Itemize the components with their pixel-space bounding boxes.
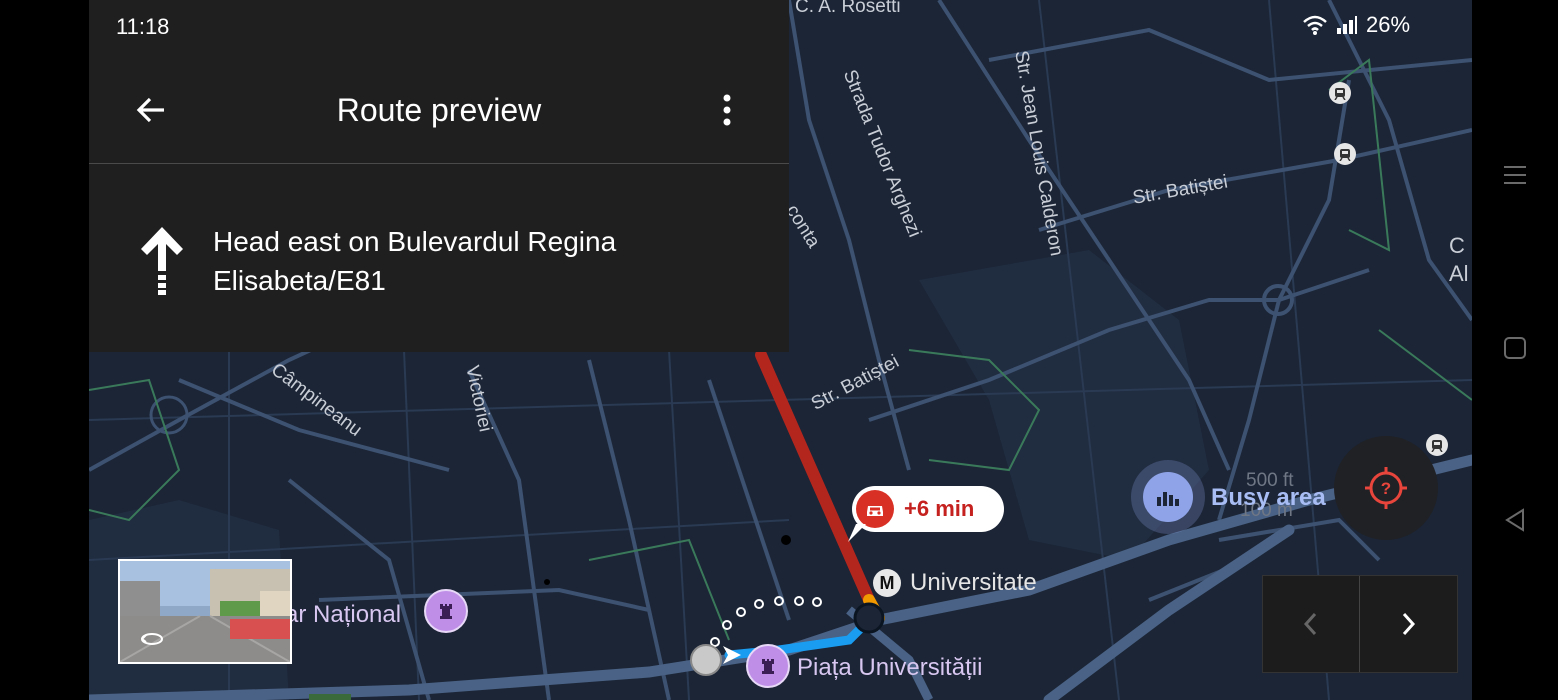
more-vert-icon — [723, 94, 731, 126]
square-icon[interactable] — [1500, 333, 1530, 363]
tram-icon[interactable] — [1334, 143, 1356, 165]
poi-label-national[interactable]: ar Național — [285, 601, 401, 629]
triangle-back-icon[interactable] — [1500, 505, 1530, 535]
traffic-delay-bubble[interactable]: +6 min — [852, 486, 1004, 532]
left-edge — [0, 0, 89, 700]
busy-area-label[interactable]: Busy area — [1211, 484, 1326, 512]
step-navigation — [1262, 575, 1458, 673]
wifi-icon — [1303, 15, 1327, 35]
top-app-bar: Route preview — [89, 0, 789, 164]
direction-instruction: Head east on Bulevardul Regina Elisabeta… — [213, 226, 617, 296]
tram-icon[interactable] — [1329, 82, 1351, 104]
menu-icon[interactable] — [1500, 160, 1530, 190]
traffic-car-icon — [856, 490, 894, 528]
next-step-button[interactable] — [1360, 576, 1456, 672]
app-screen: C. A. Rosetti Strada Tudor Arghezi Str. … — [0, 0, 1558, 700]
street-view-thumbnail[interactable] — [118, 559, 292, 664]
chevron-right-icon — [1402, 612, 1416, 636]
street-label: C. A. Rosetti — [795, 0, 901, 17]
route-preview-panel: Route preview Head east on Bulevardul Re… — [89, 0, 789, 352]
locate-button[interactable]: ? — [1334, 436, 1438, 540]
status-indicators: 26% — [1302, 12, 1410, 38]
more-options-button[interactable] — [715, 88, 739, 132]
chevron-left-icon — [1303, 612, 1317, 636]
svg-text:?: ? — [1381, 479, 1391, 498]
tram-icon[interactable] — [1426, 434, 1448, 456]
signal-icon — [1337, 16, 1357, 34]
previous-step-button[interactable] — [1263, 576, 1359, 672]
bubble-tail — [848, 524, 866, 542]
straight-arrow-icon — [141, 227, 183, 295]
status-time: 11:18 — [116, 14, 170, 39]
metro-station-label[interactable]: Universitate — [910, 569, 1037, 597]
poi-label-piata[interactable]: Piața Universității — [797, 654, 982, 682]
edge-text: C Al — [1449, 233, 1469, 286]
landmark-icon[interactable] — [424, 589, 468, 633]
landmark-icon[interactable] — [746, 644, 790, 688]
busy-area-icon[interactable] — [1143, 472, 1193, 522]
locate-icon: ? — [1365, 467, 1407, 509]
android-nav-bar — [1472, 0, 1558, 700]
battery-percent: 26% — [1366, 12, 1411, 37]
street-view-icon — [141, 633, 163, 645]
traffic-delay-text: +6 min — [904, 496, 975, 521]
page-title: Route preview — [336, 92, 542, 128]
metro-badge[interactable]: M — [873, 569, 901, 597]
